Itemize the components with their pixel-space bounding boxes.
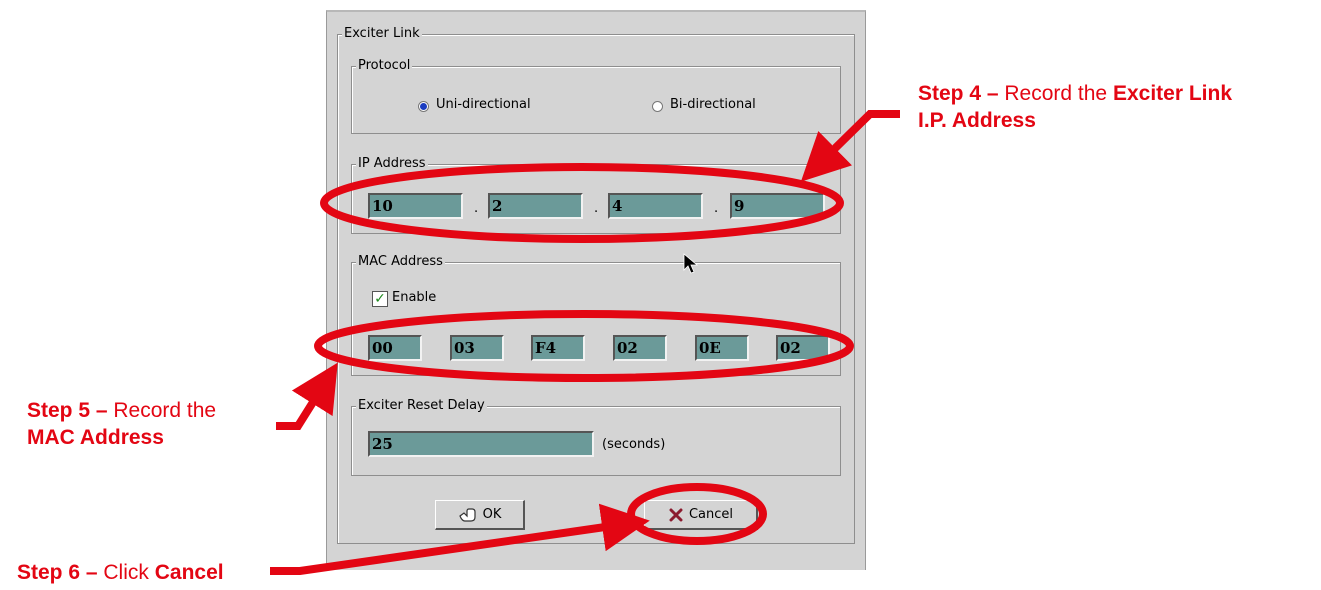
ok-icon [458, 507, 476, 522]
ip-separator: . [594, 201, 599, 216]
mac-byte-4-input[interactable]: 02 [613, 335, 667, 361]
mac-byte-1-input[interactable]: 00 [368, 335, 422, 361]
protocol-legend: Protocol [356, 58, 413, 74]
mac-address-group: MAC Address ✓ Enable 00 03 F4 02 0E 02 [351, 254, 841, 376]
ip-address-legend: IP Address [356, 156, 428, 172]
ip-octet-4-input[interactable]: 9 [730, 193, 825, 219]
mac-address-legend: MAC Address [356, 254, 445, 270]
ip-separator: . [714, 201, 719, 216]
cancel-button[interactable]: Cancel [644, 500, 758, 530]
uni-directional-radio[interactable] [418, 101, 429, 112]
reset-delay-input[interactable]: 25 [368, 431, 594, 457]
mac-enable-checkbox[interactable]: ✓ [372, 291, 388, 307]
mac-byte-6-input[interactable]: 02 [776, 335, 830, 361]
uni-directional-label[interactable]: Uni-directional [436, 97, 531, 112]
ip-octet-2-input[interactable]: 2 [488, 193, 583, 219]
mac-byte-2-input[interactable]: 03 [450, 335, 504, 361]
mac-byte-5-input[interactable]: 0E [695, 335, 749, 361]
ip-address-group: IP Address 10 . 2 . 4 . 9 [351, 156, 841, 234]
reset-delay-legend: Exciter Reset Delay [356, 398, 487, 414]
ip-octet-3-input[interactable]: 4 [608, 193, 703, 219]
step6-annotation: Step 6 – Click Cancel [17, 561, 224, 584]
cancel-button-label: Cancel [688, 507, 734, 522]
step5-annotation: Step 5 – Record the MAC Address [27, 399, 217, 449]
exciter-link-legend: Exciter Link [342, 26, 422, 42]
ok-button-label: OK [482, 507, 502, 522]
bi-directional-radio[interactable] [652, 101, 663, 112]
ok-button[interactable]: OK [435, 500, 525, 530]
ip-separator: . [474, 201, 479, 216]
ip-octet-1-input[interactable]: 10 [368, 193, 463, 219]
exciter-link-dialog: Exciter Link Protocol Uni-directional Bi… [326, 10, 866, 570]
bi-directional-label[interactable]: Bi-directional [670, 97, 756, 112]
mac-byte-3-input[interactable]: F4 [531, 335, 585, 361]
step4-annotation: Step 4 – Record the Exciter Link I.P. Ad… [918, 82, 1233, 132]
cancel-icon [669, 508, 683, 521]
reset-delay-unit: (seconds) [602, 437, 666, 452]
mac-enable-label[interactable]: Enable [392, 290, 436, 305]
protocol-group: Protocol Uni-directional Bi-directional [351, 58, 841, 134]
reset-delay-group: Exciter Reset Delay 25 (seconds) [351, 398, 841, 476]
